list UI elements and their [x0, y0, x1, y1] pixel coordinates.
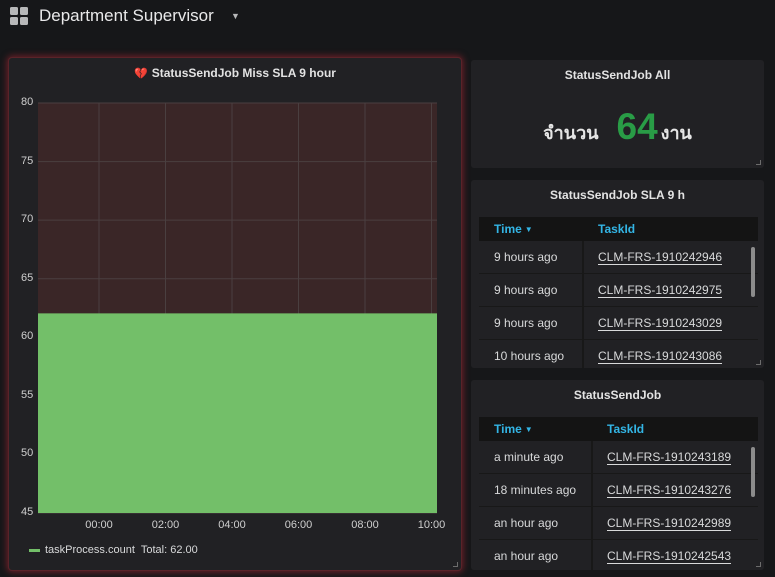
panel-title[interactable]: StatusSendJob	[471, 388, 764, 402]
table-row: 18 minutes ago CLM-FRS-1910243276	[479, 474, 758, 507]
cell-time: 18 minutes ago	[479, 474, 593, 506]
legend-series-name[interactable]: taskProcess.count	[45, 544, 135, 556]
panel-title[interactable]: StatusSendJob All	[471, 68, 764, 82]
taskid-link[interactable]: CLM-FRS-1910242975	[598, 283, 723, 298]
cell-taskid: CLM-FRS-1910242975	[584, 274, 723, 306]
table-row: 9 hours ago CLM-FRS-1910243029	[479, 307, 758, 340]
data-table: Time ▼ TaskId 9 hours ago CLM-FRS-19102429…	[479, 217, 758, 368]
stat-display: จำนวน 64 งาน	[471, 106, 764, 148]
table-header: Time ▼ TaskId	[479, 217, 758, 241]
column-header-taskid[interactable]: TaskId	[584, 222, 635, 236]
column-header-time[interactable]: Time ▼	[479, 222, 584, 236]
resize-handle[interactable]	[453, 562, 458, 567]
cell-taskid: CLM-FRS-1910242989	[593, 507, 732, 539]
cell-taskid: CLM-FRS-1910243189	[593, 441, 732, 473]
taskid-link[interactable]: CLM-FRS-1910243029	[598, 316, 723, 331]
table-panel-jobs: StatusSendJob Time ▼ TaskId a minute ago C…	[471, 380, 764, 570]
cell-taskid: CLM-FRS-1910242946	[584, 241, 723, 273]
taskid-link[interactable]: CLM-FRS-1910243086	[598, 349, 723, 364]
cell-time: 9 hours ago	[479, 241, 584, 273]
y-tick-label: 55	[21, 388, 34, 401]
chart-legend: taskProcess.count Total: 62.00	[29, 544, 198, 556]
scrollbar[interactable]	[751, 247, 755, 297]
x-tick-label: 00:00	[85, 519, 113, 531]
table-panel-sla: StatusSendJob SLA 9 h Time ▼ TaskId 9 hou…	[471, 180, 764, 368]
cell-time: 9 hours ago	[479, 307, 584, 339]
cell-taskid: CLM-FRS-1910243276	[593, 474, 732, 506]
data-table: Time ▼ TaskId a minute ago CLM-FRS-1910243…	[479, 417, 758, 570]
dashboard-header: Department Supervisor ▼	[0, 0, 775, 34]
cell-time: an hour ago	[479, 507, 593, 539]
stat-prefix: จำนวน	[543, 123, 599, 143]
table-body: a minute ago CLM-FRS-1910243189 18 minutes…	[479, 441, 758, 570]
taskid-link[interactable]: CLM-FRS-1910242989	[607, 516, 732, 531]
dashboard-grid-icon[interactable]	[10, 7, 29, 26]
y-tick-label: 65	[21, 271, 34, 284]
table-body: 9 hours ago CLM-FRS-1910242946 9 hours ago…	[479, 241, 758, 368]
x-tick-label: 06:00	[284, 519, 313, 531]
taskid-link[interactable]: CLM-FRS-1910243189	[607, 450, 732, 465]
caret-down-icon[interactable]: ▼	[231, 11, 240, 21]
taskid-link[interactable]: CLM-FRS-1910242946	[598, 250, 723, 265]
table-header: Time ▼ TaskId	[479, 417, 758, 441]
table-row: 9 hours ago CLM-FRS-1910242975	[479, 274, 758, 307]
taskid-link[interactable]: CLM-FRS-1910243276	[607, 483, 732, 498]
table-row: an hour ago CLM-FRS-1910242543	[479, 540, 758, 570]
sort-caret-icon: ▼	[524, 425, 533, 434]
panel-title[interactable]: StatusSendJob SLA 9 h	[471, 188, 764, 202]
cell-taskid: CLM-FRS-1910243029	[584, 307, 723, 339]
table-row: a minute ago CLM-FRS-1910243189	[479, 441, 758, 474]
scrollbar[interactable]	[751, 447, 755, 497]
y-tick-label: 70	[21, 213, 34, 226]
dashboard-title[interactable]: Department Supervisor	[39, 6, 214, 26]
sort-caret-icon: ▼	[524, 225, 533, 234]
taskid-link[interactable]: CLM-FRS-1910242543	[607, 549, 732, 564]
stat-suffix: งาน	[660, 123, 692, 143]
stat-panel-all: StatusSendJob All จำนวน 64 งาน	[471, 60, 764, 168]
x-tick-label: 02:00	[151, 519, 180, 531]
y-tick-label: 60	[21, 330, 34, 343]
x-tick-label: 10:00	[417, 519, 446, 531]
cell-time: a minute ago	[479, 441, 593, 473]
legend-total: Total: 62.00	[140, 544, 198, 556]
column-header-time[interactable]: Time ▼	[479, 422, 593, 436]
graph-panel-miss-sla: 💔 StatusSendJob Miss SLA 9 hour 80 75 70 65 6…	[9, 58, 461, 570]
column-header-taskid[interactable]: TaskId	[593, 422, 644, 436]
table-row: an hour ago CLM-FRS-1910242989	[479, 507, 758, 540]
resize-handle[interactable]	[756, 562, 761, 567]
stat-value: 64	[616, 106, 658, 147]
cell-time: 10 hours ago	[479, 340, 584, 368]
table-row: 10 hours ago CLM-FRS-1910243086	[479, 340, 758, 368]
legend-swatch	[29, 548, 40, 552]
cell-taskid: CLM-FRS-1910242543	[593, 540, 732, 570]
y-tick-label: 75	[21, 154, 34, 167]
y-tick-label: 45	[21, 506, 34, 518]
y-tick-label: 80	[21, 96, 34, 108]
x-tick-label: 08:00	[351, 519, 379, 531]
cell-taskid: CLM-FRS-1910243086	[584, 340, 723, 368]
area-chart[interactable]	[9, 58, 461, 570]
x-tick-label: 04:00	[218, 519, 246, 531]
resize-handle[interactable]	[756, 160, 761, 165]
y-tick-label: 50	[21, 447, 34, 460]
cell-time: 9 hours ago	[479, 274, 584, 306]
resize-handle[interactable]	[756, 360, 761, 365]
table-row: 9 hours ago CLM-FRS-1910242946	[479, 241, 758, 274]
threshold-region	[38, 103, 437, 314]
cell-time: an hour ago	[479, 540, 593, 570]
series-area	[38, 313, 437, 513]
